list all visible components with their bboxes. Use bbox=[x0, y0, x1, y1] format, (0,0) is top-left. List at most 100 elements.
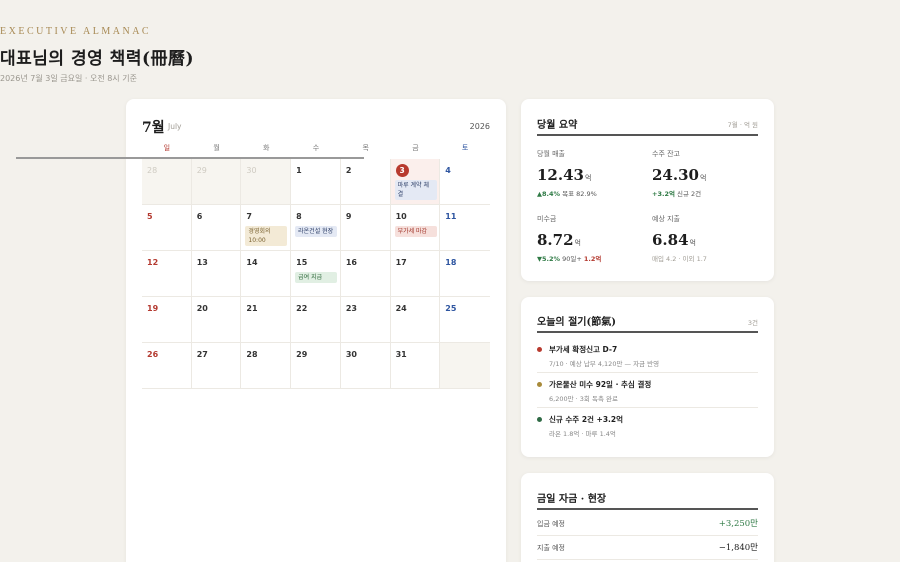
calendar-day-cell[interactable]: 8 라온건설 현장 bbox=[291, 205, 341, 251]
calendar-day-cell[interactable]: 14 bbox=[241, 251, 292, 297]
calendar-day-cell[interactable]: 4 bbox=[440, 159, 490, 205]
calendar-day-cell[interactable]: 12 bbox=[142, 251, 192, 297]
calendar-event[interactable]: 마루 계약 체결 bbox=[394, 180, 437, 200]
calendar-day-cell[interactable] bbox=[440, 343, 490, 389]
kpi-delta-main: ▲8.4% bbox=[537, 190, 561, 198]
day-number: 14 bbox=[246, 258, 258, 267]
day-number: 12 bbox=[147, 258, 159, 267]
calendar-day-cell[interactable]: 7 경영회의 10:00 bbox=[241, 205, 292, 251]
cash-row: 입금 예정 +3,250만 bbox=[537, 519, 758, 529]
cash-separator bbox=[537, 559, 758, 560]
alerts-title: 오늘의 절기(節氣) bbox=[537, 317, 616, 328]
summary-title: 당월 요약 bbox=[537, 120, 578, 131]
cash-separator bbox=[537, 535, 758, 536]
today-badge: 3 bbox=[395, 164, 409, 177]
calendar-day-cell[interactable]: 9 bbox=[340, 205, 391, 251]
calendar-day-cell[interactable]: 3 마루 계약 체결 bbox=[390, 159, 441, 205]
calendar-day-cell[interactable]: 23 bbox=[340, 297, 391, 343]
day-number: 16 bbox=[345, 258, 357, 267]
day-number: 1 bbox=[296, 166, 302, 175]
calendar-day-cell[interactable]: 11 bbox=[440, 205, 490, 251]
calendar-day-cell[interactable]: 15 급여 지급 bbox=[291, 251, 341, 297]
day-number: 2 bbox=[345, 166, 352, 175]
calendar-day-cell[interactable]: 28 bbox=[241, 343, 292, 389]
kpi-delta-text: 90일+ bbox=[560, 255, 584, 263]
kpi-unit: 억 bbox=[574, 239, 581, 247]
status-dot-icon bbox=[537, 417, 542, 422]
kpi-label: 당월 매출 bbox=[537, 150, 565, 158]
calendar-day-cell[interactable]: 18 bbox=[440, 251, 490, 297]
weekday-label: 금 bbox=[412, 144, 419, 152]
day-number: 22 bbox=[296, 304, 308, 313]
kpi-delta-extra: 1.2억 bbox=[583, 255, 602, 263]
day-number: 25 bbox=[445, 304, 457, 313]
alerts-card: 오늘의 절기(節氣) 3건 부가세 확정신고 D-7 7/10 · 예상 납부 4… bbox=[521, 297, 774, 457]
calendar-day-cell[interactable]: 31 bbox=[390, 343, 441, 389]
day-number: 15 bbox=[296, 258, 308, 267]
cash-amount: +3,250만 bbox=[718, 519, 758, 529]
day-number: 13 bbox=[196, 258, 208, 267]
calendar-event[interactable]: 경영회의 10:00 bbox=[245, 226, 288, 246]
day-number: 28 bbox=[246, 350, 258, 359]
calendar-day-cell[interactable]: 10 부가세 마감 bbox=[390, 205, 441, 251]
calendar-day-cell[interactable]: 6 bbox=[191, 205, 242, 251]
day-number: 8 bbox=[296, 212, 302, 221]
calendar-event[interactable]: 라온건설 현장 bbox=[295, 226, 338, 237]
calendar-day-cell[interactable]: 29 bbox=[191, 159, 242, 205]
calendar-day-cell[interactable]: 1 bbox=[291, 159, 341, 205]
calendar-day-cell[interactable]: 29 bbox=[291, 343, 341, 389]
kpi-delta-text: 신규 2건 bbox=[674, 190, 702, 198]
weekday-label: 목 bbox=[362, 144, 369, 152]
day-number: 19 bbox=[147, 304, 159, 313]
alert-item[interactable]: 부가세 확정신고 D-7 7/10 · 예상 납부 4,120만 — 자금 반영 bbox=[537, 344, 758, 368]
day-number: 30 bbox=[345, 350, 357, 359]
day-number: 31 bbox=[395, 350, 407, 359]
kpi-delta: ▼5.2% 90일+ 1.2억 bbox=[537, 253, 647, 263]
day-number: 5 bbox=[147, 212, 153, 221]
alert-separator bbox=[537, 407, 758, 408]
alert-title: 가온물산 미수 92일 · 추심 결정 bbox=[549, 380, 652, 389]
alert-subtitle: 7/10 · 예상 납부 4,120만 — 자금 반영 bbox=[549, 360, 660, 368]
calendar-day-cell[interactable]: 28 bbox=[142, 159, 192, 205]
day-number: 24 bbox=[395, 304, 407, 313]
kpi-delta: +3.2억 신규 2건 bbox=[652, 188, 762, 198]
calendar-day-cell[interactable]: 2 bbox=[340, 159, 391, 205]
kpi-number: 12.43 bbox=[537, 166, 584, 184]
kpi-item: 예상 지출 6.84억 매입 4.2 · 이외 1.7 bbox=[652, 214, 762, 263]
cash-divider bbox=[537, 508, 758, 510]
day-number: 27 bbox=[196, 350, 208, 359]
calendar-day-cell[interactable]: 27 bbox=[191, 343, 242, 389]
brand-eyebrow: EXECUTIVE ALMANAC bbox=[0, 26, 152, 37]
day-number: 17 bbox=[395, 258, 407, 267]
calendar-day-cell[interactable]: 24 bbox=[390, 297, 441, 343]
calendar-day-cell[interactable]: 30 bbox=[340, 343, 391, 389]
cash-label: 지출 예정 bbox=[537, 544, 565, 552]
alert-item[interactable]: 가온물산 미수 92일 · 추심 결정 6,200만 · 3회 독촉 완료 bbox=[537, 379, 758, 403]
calendar-day-cell[interactable]: 5 bbox=[142, 205, 192, 251]
calendar-day-cell[interactable]: 26 bbox=[142, 343, 192, 389]
calendar-day-cell[interactable]: 25 bbox=[440, 297, 490, 343]
kpi-value: 6.84억 bbox=[652, 231, 762, 249]
kpi-item: 수주 잔고 24.30억 +3.2억 신규 2건 bbox=[652, 149, 762, 198]
summary-meta: 7월 · 억 원 bbox=[727, 121, 758, 129]
calendar-day-cell[interactable]: 30 bbox=[241, 159, 292, 205]
cash-card: 금일 자금 · 현장 입금 예정 +3,250만 지출 예정 −1,840만 bbox=[521, 473, 774, 562]
alert-separator bbox=[537, 372, 758, 373]
alert-item[interactable]: 신규 수주 2건 +3.2억 라온 1.8억 · 마루 1.4억 bbox=[537, 414, 758, 438]
calendar-day-cell[interactable]: 16 bbox=[340, 251, 391, 297]
calendar-event[interactable]: 급여 지급 bbox=[295, 272, 338, 283]
calendar-day-cell[interactable]: 19 bbox=[142, 297, 192, 343]
day-number: 28 bbox=[147, 166, 158, 175]
calendar-day-cell[interactable]: 13 bbox=[191, 251, 242, 297]
day-number: 21 bbox=[246, 304, 258, 313]
alerts-count: 3건 bbox=[747, 319, 758, 327]
page-subtitle: 2026년 7월 3일 금요일 · 오전 8시 기준 bbox=[0, 74, 137, 83]
alert-title: 부가세 확정신고 D-7 bbox=[549, 345, 618, 354]
calendar-event[interactable]: 부가세 마감 bbox=[394, 226, 437, 237]
calendar-day-cell[interactable]: 22 bbox=[291, 297, 341, 343]
weekday-label: 일 bbox=[163, 144, 171, 152]
calendar-day-cell[interactable]: 20 bbox=[191, 297, 242, 343]
kpi-delta: 매입 4.2 · 이외 1.7 bbox=[652, 253, 762, 263]
calendar-day-cell[interactable]: 17 bbox=[390, 251, 441, 297]
calendar-day-cell[interactable]: 21 bbox=[241, 297, 292, 343]
